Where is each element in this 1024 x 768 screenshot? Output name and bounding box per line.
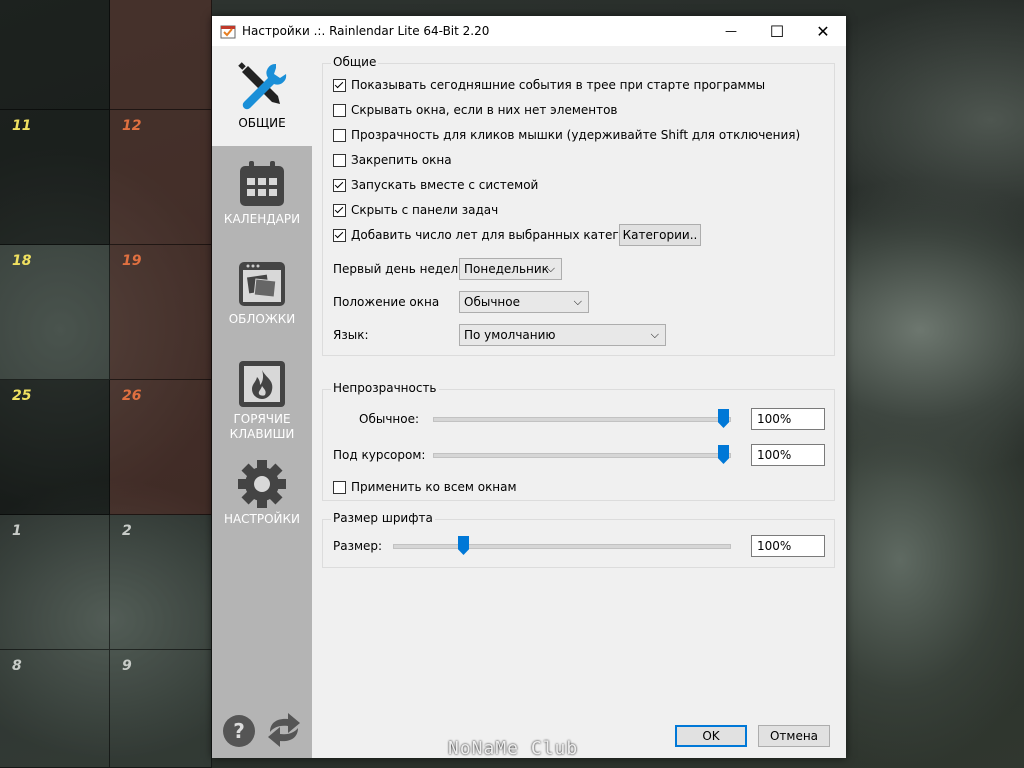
hover-opacity-slider[interactable] <box>433 453 731 458</box>
background-calendar: 11 12 18 19 25 26 1 2 8 9 <box>0 0 212 768</box>
chevron-down-icon: ⌵ <box>650 328 659 341</box>
checkbox-box[interactable] <box>333 78 346 92</box>
language-value: По умолчанию <box>464 328 556 342</box>
apply-all-windows-checkbox[interactable]: Применить ко всем окнам <box>333 480 517 494</box>
close-icon: ✕ <box>816 21 830 41</box>
tools-icon <box>238 62 287 110</box>
calendar-day: 9 <box>110 650 212 768</box>
checkbox-box[interactable] <box>333 480 346 494</box>
svg-text:?: ? <box>233 719 245 743</box>
sidebar-item-settings[interactable]: НАСТРОЙКИ <box>212 446 312 546</box>
start-with-system-checkbox[interactable]: Запускать вместе с системой <box>333 178 538 192</box>
checkbox-box[interactable] <box>333 228 346 242</box>
close-button[interactable]: ✕ <box>800 16 846 46</box>
calendar-day: 25 <box>0 380 110 515</box>
font-size-value[interactable]: 100% <box>751 535 825 557</box>
checkbox-label: Добавить число лет для выбранных категор… <box>351 228 650 242</box>
click-through-checkbox[interactable]: Прозрачность для кликов мышки (удерживай… <box>333 128 800 142</box>
hover-opacity-value[interactable]: 100% <box>751 444 825 466</box>
slider-thumb[interactable] <box>458 536 469 555</box>
calendar-day: 12 <box>110 110 212 245</box>
sidebar-item-label: ГОРЯЧИЕ КЛАВИШИ <box>229 412 295 441</box>
checkbox-label: Скрыть с панели задач <box>351 203 499 217</box>
ok-button[interactable]: OK <box>675 725 747 747</box>
checkbox-label: Запускать вместе с системой <box>351 178 539 192</box>
language-select[interactable]: По умолчанию ⌵ <box>459 324 666 346</box>
calendar-day: 18 <box>0 245 110 380</box>
window-title: Настройки .:. Rainlendar Lite 64-Bit 2.2… <box>242 24 490 38</box>
slider-thumb[interactable] <box>718 445 729 464</box>
categories-button[interactable]: Категории.. <box>619 224 701 246</box>
gear-icon <box>238 460 286 508</box>
font-size-slider[interactable] <box>393 544 731 549</box>
calendar-day: 26 <box>110 380 212 515</box>
sidebar-item-calendars[interactable]: КАЛЕНДАРИ <box>212 146 312 246</box>
watermark: NoNaMe Club <box>448 738 579 759</box>
sidebar-item-skins[interactable]: ОБЛОЖКИ <box>212 246 312 346</box>
hotkeys-flame-icon <box>239 361 285 407</box>
help-icon[interactable]: ? <box>222 714 256 748</box>
sidebar-item-hotkeys[interactable]: ГОРЯЧИЕ КЛАВИШИ <box>212 346 312 446</box>
window-position-value: Обычное <box>464 295 520 309</box>
sidebar-item-label: НАСТРОЙКИ <box>223 512 301 526</box>
chevron-down-icon: ⌵ <box>546 262 555 275</box>
checkbox-label: Прозрачность для кликов мышки (удерживай… <box>351 128 801 142</box>
maximize-button[interactable]: ☐ <box>754 16 800 46</box>
normal-opacity-value[interactable]: 100% <box>751 408 825 430</box>
window-position-select[interactable]: Обычное ⌵ <box>459 291 589 313</box>
calendar-day: 1 <box>0 515 110 650</box>
sidebar-item-label: ОБЩИЕ <box>238 116 286 130</box>
checkbox-label: Скрывать окна, если в них нет элементов <box>351 103 618 117</box>
general-group: Общие Показывать сегодняшние события в т… <box>322 55 835 356</box>
cancel-button[interactable]: Отмена <box>758 725 830 747</box>
minimize-icon: — <box>725 24 737 38</box>
normal-opacity-label: Обычное: <box>359 412 420 426</box>
checkbox-label: Применить ко всем окнам <box>351 480 517 494</box>
sidebar-item-label: ОБЛОЖКИ <box>228 312 296 326</box>
settings-window: Настройки .:. Rainlendar Lite 64-Bit 2.2… <box>212 16 846 758</box>
sidebar-item-label: КАЛЕНДАРИ <box>223 212 301 226</box>
checkbox-box[interactable] <box>333 103 346 117</box>
group-title: Непрозрачность <box>331 381 439 395</box>
font-size-label: Размер: <box>333 539 383 553</box>
hide-from-taskbar-checkbox[interactable]: Скрыть с панели задач <box>333 203 498 217</box>
hide-empty-windows-checkbox[interactable]: Скрывать окна, если в них нет элементов <box>333 103 618 117</box>
sidebar-item-general[interactable]: ОБЩИЕ <box>212 46 312 146</box>
title-bar[interactable]: Настройки .:. Rainlendar Lite 64-Bit 2.2… <box>212 16 846 46</box>
skins-icon <box>239 262 285 306</box>
checkbox-box[interactable] <box>333 128 346 142</box>
calendar-day: 19 <box>110 245 212 380</box>
group-title: Размер шрифта <box>331 511 435 525</box>
show-today-events-checkbox[interactable]: Показывать сегодняшние события в трее пр… <box>333 78 765 92</box>
checkbox-label: Закрепить окна <box>351 153 452 167</box>
checkbox-box[interactable] <box>333 153 346 167</box>
calendar-day: 2 <box>110 515 212 650</box>
window-position-label: Положение окна <box>333 295 440 309</box>
maximize-icon: ☐ <box>769 21 785 41</box>
chevron-down-icon: ⌵ <box>573 295 582 308</box>
hover-opacity-label: Под курсором: <box>333 448 426 462</box>
calendar-icon <box>240 161 284 206</box>
opacity-group: Непрозрачность Обычное: 100% Под курсоро… <box>322 381 835 501</box>
sidebar: ОБЩИЕ КАЛЕНДАРИ ОБЛОЖКИ ГОРЯЧИЕ КЛАВИШИ … <box>212 46 312 758</box>
add-years-checkbox[interactable]: Добавить число лет для выбранных категор… <box>333 228 649 242</box>
calendar-day: 11 <box>0 110 110 245</box>
group-title: Общие <box>331 55 379 69</box>
app-icon <box>220 25 236 39</box>
normal-opacity-slider[interactable] <box>433 417 731 422</box>
checkbox-box[interactable] <box>333 178 346 192</box>
checkbox-box[interactable] <box>333 203 346 217</box>
first-day-value: Понедельник <box>464 262 549 276</box>
first-day-select[interactable]: Понедельник ⌵ <box>459 258 562 280</box>
language-label: Язык: <box>333 328 369 342</box>
calendar-day: 8 <box>0 650 110 768</box>
checkbox-label: Показывать сегодняшние события в трее пр… <box>351 78 766 92</box>
settings-content: Общие Показывать сегодняшние события в т… <box>312 46 846 758</box>
pin-windows-checkbox[interactable]: Закрепить окна <box>333 153 452 167</box>
minimize-button[interactable]: — <box>708 16 754 46</box>
slider-thumb[interactable] <box>718 409 729 428</box>
refresh-icon[interactable] <box>264 710 304 750</box>
font-size-group: Размер шрифта Размер: 100% <box>322 511 835 568</box>
first-day-label: Первый день недели: <box>333 262 471 276</box>
